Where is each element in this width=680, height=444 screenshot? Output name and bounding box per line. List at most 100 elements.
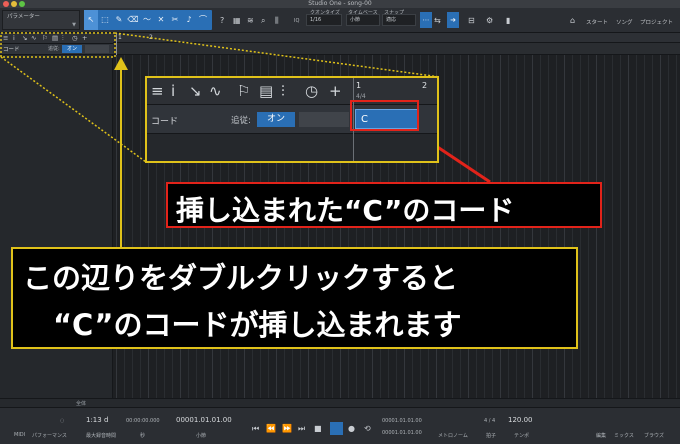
browse-button[interactable]: ブラウズ xyxy=(644,432,664,439)
start-button[interactable]: スタート xyxy=(586,18,608,26)
layout-icon[interactable]: ⊟ xyxy=(468,16,475,26)
grid-line xyxy=(604,55,605,398)
chord-track-header[interactable]: コード 追従: オン xyxy=(0,43,113,55)
seconds-label: 秒 xyxy=(140,433,146,439)
follow-toggle: オン xyxy=(257,112,295,127)
flag-icon[interactable]: ⚐ xyxy=(42,33,48,43)
snap-toggle-icon[interactable]: ⋯ xyxy=(420,12,432,28)
home-icon[interactable]: ⌂ xyxy=(570,16,575,26)
folder-icon: ▤ xyxy=(259,82,274,100)
wrench-icon: ↘ xyxy=(189,82,202,100)
clock-icon: ◷ xyxy=(305,82,319,100)
ruler-bar-2: 2 xyxy=(422,81,428,90)
waveform-icon[interactable]: ≋ xyxy=(247,16,254,26)
snap-select[interactable]: 適応 xyxy=(382,14,416,26)
arrow-tool-icon[interactable]: ↖ xyxy=(84,10,98,30)
plugin-icon: ⫶ xyxy=(281,82,285,100)
zoom-label: 全体 xyxy=(76,401,87,407)
automation-icon[interactable]: ∿ xyxy=(31,33,36,43)
info-icon[interactable]: ⅰ xyxy=(13,33,15,43)
metronome-label: メトロノーム xyxy=(438,433,468,439)
loop-right-value[interactable]: 00001.01.01.00 xyxy=(382,430,422,436)
loop-left-value[interactable]: 00001.01.01.00 xyxy=(382,418,422,424)
window-titlebar: Studio One - song-00 xyxy=(0,0,680,8)
quantize-select[interactable]: 1/16 xyxy=(306,14,342,26)
mute-tool-icon[interactable]: ✕ xyxy=(154,10,168,30)
rewind-icon[interactable]: ⏪ xyxy=(266,424,276,433)
add-track-icon[interactable]: + xyxy=(82,33,87,43)
eraser-tool-icon[interactable]: ⌫ xyxy=(126,10,140,30)
plugin-icon[interactable]: ⫶ xyxy=(62,33,64,43)
follow-label: 追従: xyxy=(48,46,60,52)
iq-label: IQ xyxy=(294,18,300,24)
grid-line xyxy=(652,55,653,398)
timesig-value[interactable]: 4 / 4 xyxy=(484,418,495,424)
track-header-icons: ≡ ⅰ ↘ ∿ ⚐ ▤ ⫶ ◷ + xyxy=(0,33,113,43)
split-view-icon[interactable]: ⫼ xyxy=(275,16,279,26)
snap-grid-icon[interactable]: ▦ xyxy=(233,16,241,26)
options-icon[interactable]: ⚙ xyxy=(486,16,493,26)
main-toolbar: パラメーター ▼ ↖ ⬚ ✎ ⌫ 〜 ✕ ✂ ♪ ⌒ ? ▦ ≋ ⌕ ⫼ IQ … xyxy=(0,8,680,33)
loop-icon[interactable]: ⟲ xyxy=(364,424,371,433)
magnified-empty-area xyxy=(147,134,437,161)
record-icon[interactable]: ● xyxy=(348,424,355,433)
edit-tools-group: ↖ ⬚ ✎ ⌫ 〜 ✕ ✂ ♪ ⌒ xyxy=(84,10,212,30)
fast-forward-icon[interactable]: ⏩ xyxy=(282,424,292,433)
tempo-label: テンポ xyxy=(514,433,530,439)
follow-mode-select xyxy=(299,112,349,127)
grid-line xyxy=(660,55,661,398)
go-to-end-icon[interactable]: ⏭ xyxy=(298,424,305,434)
grid-line xyxy=(628,55,629,398)
timeline-ruler[interactable]: 1 2 xyxy=(113,33,680,43)
wrench-icon[interactable]: ↘ xyxy=(22,33,27,43)
search-icon[interactable]: ⌕ xyxy=(261,16,265,26)
menu-icon[interactable]: ≡ xyxy=(3,33,8,43)
auto-scroll-icon[interactable]: ➜ xyxy=(447,12,459,28)
project-button[interactable]: プロジェクト xyxy=(640,18,673,26)
transport-bar: MIDI パフォーマンス ◌ 1:13 d 最大録音時間 00:00:00.00… xyxy=(0,407,680,444)
parameter-label: パラメーター xyxy=(7,14,40,20)
menu-icon: ≡ xyxy=(151,82,164,100)
folder-icon[interactable]: ▤ xyxy=(52,33,58,43)
add-track-icon: + xyxy=(329,82,342,100)
play-button[interactable] xyxy=(330,422,343,435)
timebase-select[interactable]: 小節 xyxy=(346,14,380,26)
metronome-icon[interactable]: ▮ xyxy=(506,16,510,26)
time-signature-marker: 4/4 xyxy=(356,93,366,100)
stop-icon[interactable]: ■ xyxy=(314,424,322,433)
listen-tool-icon[interactable]: ♪ xyxy=(182,10,196,30)
caption-inserted-chord-text: 挿し込まれた“C”のコード xyxy=(176,194,515,227)
help-icon[interactable]: ? xyxy=(220,16,224,26)
grid-line xyxy=(644,55,645,398)
link-icon[interactable]: ⇆ xyxy=(434,16,441,26)
paint-tool-icon[interactable]: 〜 xyxy=(140,10,154,30)
horizontal-scrollbar[interactable]: 全体 xyxy=(0,398,680,407)
bars-label: 小節 xyxy=(196,433,207,439)
edit-button[interactable]: 編集 xyxy=(596,432,606,439)
follow-mode-select[interactable] xyxy=(85,45,109,53)
pencil-tool-icon[interactable]: ✎ xyxy=(112,10,126,30)
bend-tool-icon[interactable]: ⌒ xyxy=(196,10,210,30)
midi-label: MIDI xyxy=(14,432,26,438)
mix-button[interactable]: ミックス xyxy=(614,432,634,439)
caption-double-click-line2: “C”のコードが挿し込まれます xyxy=(53,308,462,342)
grid-line xyxy=(676,55,677,398)
chord-lane[interactable] xyxy=(113,43,680,55)
return-to-zero-icon[interactable]: ⏮ xyxy=(252,424,259,434)
song-button[interactable]: ソング xyxy=(616,18,633,26)
parameter-field[interactable]: パラメーター ▼ xyxy=(2,10,80,30)
clock-icon[interactable]: ◷ xyxy=(72,33,78,43)
flag-icon: ⚐ xyxy=(237,82,251,100)
bars-position-value[interactable]: 00001.01.01.00 xyxy=(176,416,232,424)
automation-icon: ∿ xyxy=(209,82,222,100)
cpu-meter-icon: ◌ xyxy=(60,418,65,424)
tempo-value[interactable]: 120.00 xyxy=(508,416,533,424)
follow-label: 追従: xyxy=(231,116,251,126)
record-time-value: 1:13 d xyxy=(86,416,109,424)
split-tool-icon[interactable]: ✂ xyxy=(168,10,182,30)
performance-label: パフォーマンス xyxy=(32,433,67,439)
ruler-bar-2: 2 xyxy=(149,34,153,41)
range-tool-icon[interactable]: ⬚ xyxy=(98,10,112,30)
follow-toggle[interactable]: オン xyxy=(62,45,82,53)
seconds-value: 00:00:00.000 xyxy=(126,418,160,424)
